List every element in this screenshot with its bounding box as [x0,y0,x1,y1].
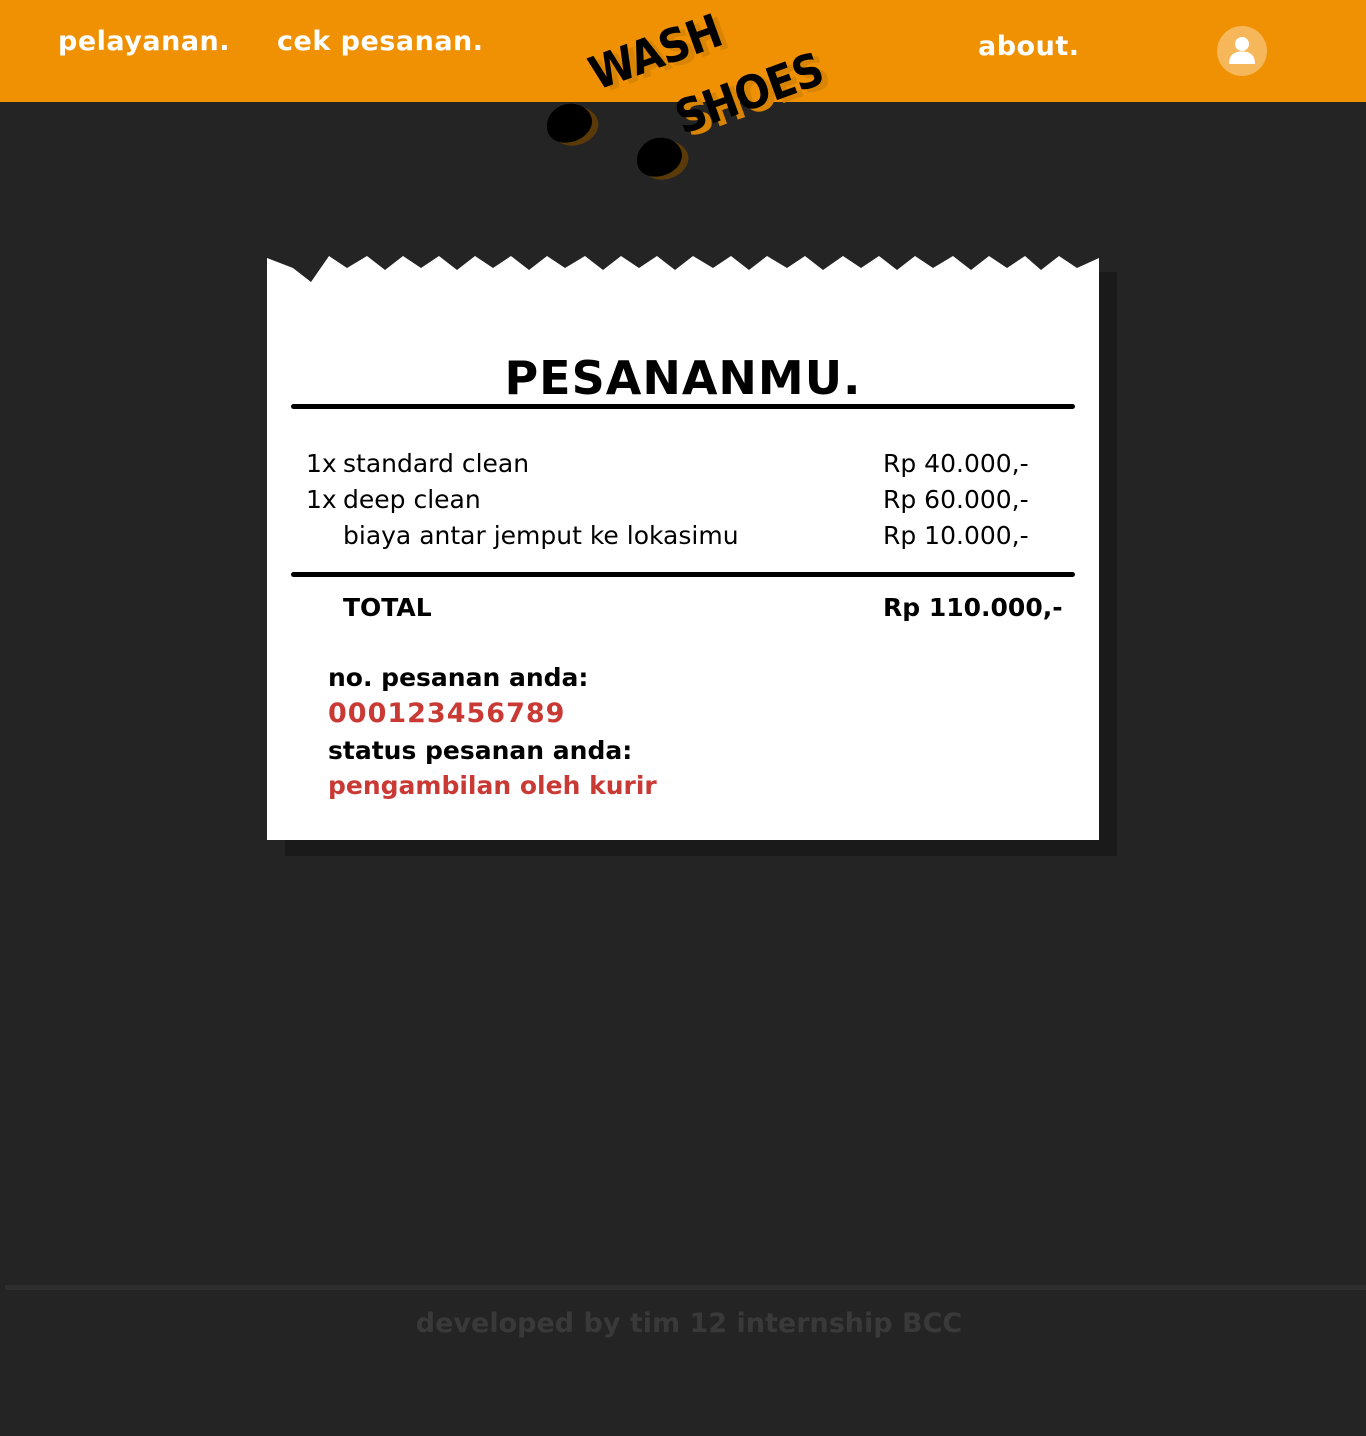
order-receipt: PESANANMU. 1x standard clean Rp 40.000,-… [267,256,1099,840]
user-icon [1229,37,1255,64]
receipt-torn-edge [267,256,1099,282]
footer-credit: developed by tim 12 internship BCC [415,1308,963,1339]
order-line-item: 1x deep clean Rp 60.000,- [267,485,1099,519]
item-quantity: 1x [306,485,337,514]
item-price: Rp 40.000,- [883,449,1029,478]
shoe-print-icon [540,97,598,149]
order-line-item: 1x standard clean Rp 40.000,- [267,449,1099,483]
total-price: Rp 110.000,- [883,593,1063,622]
order-status-value: pengambilan oleh kurir [328,771,657,800]
divider [291,572,1075,577]
footer-divider [5,1285,1366,1290]
divider [291,404,1075,409]
wash-shoes-logo[interactable]: WASH SHOES [540,3,830,188]
user-avatar-button[interactable] [1217,26,1267,76]
order-number-label: no. pesanan anda: [328,663,589,692]
shoe-print-icon [630,131,688,183]
item-name: biaya antar jemput ke lokasimu [343,521,739,550]
nav-link-about[interactable]: about. [978,31,1079,62]
nav-link-cek-pesanan[interactable]: cek pesanan. [277,26,484,57]
receipt-title: PESANANMU. [504,351,862,405]
nav-link-pelayanan[interactable]: pelayanan. [58,26,230,57]
order-line-item: biaya antar jemput ke lokasimu Rp 10.000… [267,521,1099,555]
order-number-value: 000123456789 [328,698,566,729]
item-name: deep clean [343,485,481,514]
order-status-label: status pesanan anda: [328,736,633,765]
order-total-row: TOTAL Rp 110.000,- [267,593,1099,627]
item-name: standard clean [343,449,530,478]
total-label: TOTAL [343,593,432,622]
item-quantity: 1x [306,449,337,478]
item-price: Rp 10.000,- [883,521,1029,550]
item-price: Rp 60.000,- [883,485,1029,514]
